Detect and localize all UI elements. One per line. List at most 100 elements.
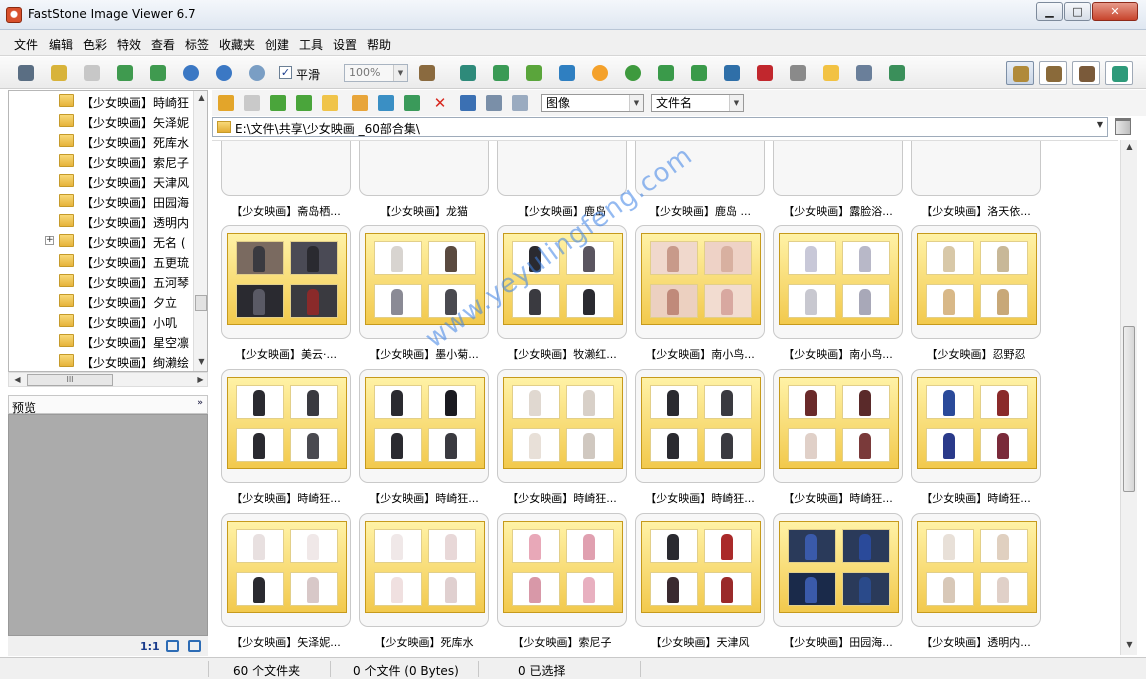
acquire-button[interactable] [15,62,37,84]
thumbnail-view-icon[interactable] [460,95,476,111]
previous-button[interactable] [114,62,136,84]
address-bar[interactable]: E:\文件\共享\少女映画 _60部合集\ ▼ [212,117,1108,137]
menu-settings[interactable]: 设置 [333,36,357,53]
favorite-folder-icon[interactable] [322,95,338,111]
refresh-icon[interactable] [296,95,312,111]
tree-item[interactable]: 【少女映画】绚濑绘 [9,351,193,371]
tree-item[interactable]: 【少女映画】死库水 [9,131,193,151]
tree-item[interactable]: 【少女映画】小叽 [9,311,193,331]
smooth-checkbox[interactable]: ✓ [279,66,292,79]
tree-item[interactable]: 【少女映画】天津风 [9,171,193,191]
thumbnail[interactable] [773,369,903,483]
zoom-out-button[interactable] [213,62,235,84]
thumbnail[interactable] [497,141,627,196]
recycle-bin-icon[interactable] [1115,118,1131,135]
scroll-up-icon[interactable]: ▲ [1122,142,1137,151]
tree-item[interactable]: 【少女映画】夕立 [9,291,193,311]
rotate-right-button[interactable] [688,62,710,84]
thumbnail[interactable] [359,513,489,627]
contact-sheet-button[interactable] [754,62,776,84]
print-button[interactable] [853,62,875,84]
menu-effects[interactable]: 特效 [117,36,141,53]
list-view-icon[interactable] [486,95,502,111]
expand-icon[interactable]: + [45,236,54,245]
thumbnail[interactable] [635,369,765,483]
thumbnail[interactable] [497,225,627,339]
menu-tools[interactable]: 工具 [299,36,323,53]
email-button[interactable] [820,62,842,84]
stamp-button[interactable] [622,62,644,84]
tree-item[interactable]: 【少女映画】五更琉 [9,251,193,271]
thumbnail[interactable] [221,141,351,196]
scroll-left-icon[interactable]: ◀ [10,375,25,384]
zoom-select[interactable]: 100% ▼ [344,64,408,82]
fullscreen-button[interactable] [1105,61,1133,85]
thumbnail[interactable] [497,369,627,483]
menu-file[interactable]: 文件 [14,36,38,53]
thumbnail[interactable] [911,225,1041,339]
zoom-in-button[interactable] [180,62,202,84]
sort-select[interactable]: 文件名 ▼ [651,94,744,112]
maximize-button[interactable]: □ [1064,2,1091,21]
actual-size-toggle[interactable]: 1:1 [140,640,160,653]
thumbnail[interactable] [635,225,765,339]
menu-tags[interactable]: 标签 [185,36,209,53]
menu-favorites[interactable]: 收藏夹 [219,36,255,53]
thumbnail[interactable] [773,141,903,196]
batch-button[interactable] [886,62,908,84]
tree-hscroll-thumb[interactable]: III [27,374,113,386]
color-button[interactable] [556,62,578,84]
tree-item[interactable]: 【少女映画】時崎狂 [9,91,193,111]
details-view-icon[interactable] [512,95,528,111]
collapse-preview-icon[interactable]: » [197,398,203,408]
back-icon[interactable] [218,95,234,111]
view-browser-button[interactable] [1006,61,1034,85]
tree-vertical-scrollbar[interactable]: ▲ ▼ [193,91,207,371]
thumbnail[interactable] [635,141,765,196]
adjust-lighting-button[interactable] [589,62,611,84]
tree-horizontal-scrollbar[interactable]: ◀ III ▶ [8,372,208,387]
thumbnail[interactable] [221,513,351,627]
minimize-button[interactable]: ▁ [1036,2,1063,21]
tree-item[interactable]: 【少女映画】索尼子 [9,151,193,171]
up-folder-icon[interactable] [270,95,286,111]
menu-color[interactable]: 色彩 [83,36,107,53]
tree-item[interactable]: 【少女映画】矢泽妮 [9,111,193,131]
thumbnail[interactable] [911,513,1041,627]
move-to-icon[interactable] [404,95,420,111]
draw-button[interactable] [787,62,809,84]
forward-icon[interactable] [244,95,260,111]
thumbnail[interactable] [221,369,351,483]
save-button[interactable] [81,62,103,84]
scroll-up-icon[interactable]: ▲ [194,93,207,102]
thumbnail[interactable] [359,225,489,339]
thumbnail[interactable] [773,225,903,339]
crop-button[interactable] [523,62,545,84]
view-filter-select[interactable]: 图像 ▼ [541,94,644,112]
slideshow-button[interactable] [457,62,479,84]
thumbnail[interactable] [911,369,1041,483]
delete-icon[interactable]: ✕ [432,95,448,111]
thumbnail-scroll-thumb[interactable] [1123,326,1135,492]
rotate-left-button[interactable] [655,62,677,84]
thumbnail[interactable] [635,513,765,627]
hand-tool-button[interactable] [416,62,446,84]
menu-help[interactable]: 帮助 [367,36,391,53]
tree-scroll-thumb[interactable] [195,295,207,311]
view-preview-button[interactable] [1039,61,1067,85]
compare-button[interactable] [721,62,743,84]
thumbnail[interactable] [359,141,489,196]
next-button[interactable] [147,62,169,84]
tree-item[interactable]: 【少女映画】透明内 [9,211,193,231]
chevron-down-icon[interactable]: ▼ [1097,120,1103,129]
menu-view[interactable]: 查看 [151,36,175,53]
fit-icon[interactable] [166,640,179,652]
thumbnail[interactable] [221,225,351,339]
tree-item[interactable]: 【少女映画】田园海 [9,191,193,211]
thumbnail-scrollbar[interactable]: ▲ ▼ [1120,140,1137,655]
tree-item[interactable]: 【少女映画】星空凛 [9,331,193,351]
scroll-right-icon[interactable]: ▶ [193,375,208,384]
menu-create[interactable]: 创建 [265,36,289,53]
menu-edit[interactable]: 编辑 [49,36,73,53]
scroll-down-icon[interactable]: ▼ [1122,640,1137,649]
